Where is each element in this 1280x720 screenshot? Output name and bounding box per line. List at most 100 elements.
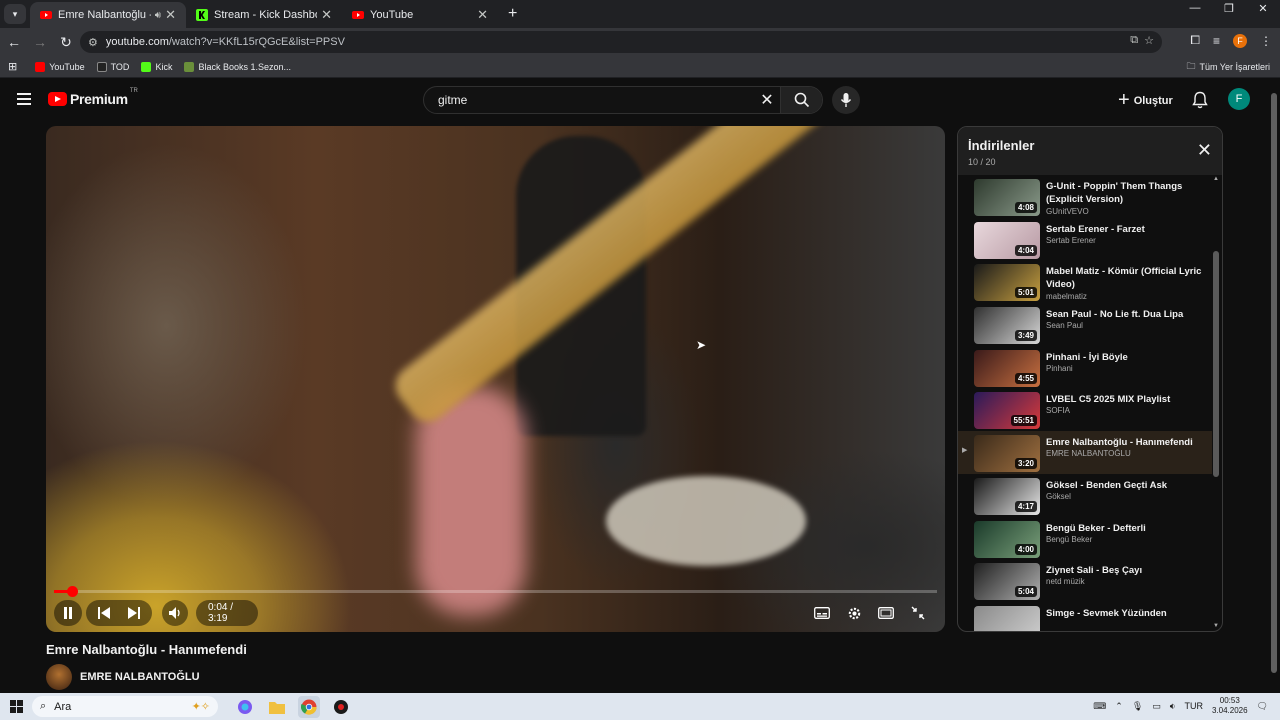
playlist-item[interactable]: 5:01 Mabel Matiz - Kömür (Official Lyric … <box>958 260 1212 303</box>
extensions-icon[interactable]: ⧠ <box>1190 33 1200 48</box>
playlist-item[interactable]: 3:49 Sean Paul - No Lie ft. Dua Lipa Sean … <box>958 303 1212 346</box>
close-playlist-icon[interactable]: ✕ <box>1197 140 1212 161</box>
copilot-app-icon[interactable] <box>234 696 256 718</box>
clear-search-icon[interactable]: ✕ <box>754 90 780 110</box>
apps-grid-icon[interactable]: ⊞ <box>8 60 17 73</box>
playlist-item-title[interactable]: Emre Nalbantoğlu - Hanımefendi <box>1046 436 1206 449</box>
channel-avatar[interactable] <box>46 664 72 690</box>
video-thumbnail[interactable]: 4:08 <box>974 179 1040 216</box>
hamburger-menu-icon[interactable] <box>17 93 31 108</box>
video-thumbnail[interactable] <box>974 605 1040 631</box>
scroll-up-icon[interactable]: ▲ <box>1213 176 1219 182</box>
progress-scrubber[interactable] <box>66 586 78 597</box>
taskbar-search[interactable]: ⌕ Ara ✦✧ <box>32 696 218 717</box>
streaming-app-icon[interactable] <box>330 696 352 718</box>
show-hidden-icon[interactable]: ⌃ <box>1115 701 1123 712</box>
playlist-item-title[interactable]: G-Unit - Poppin' Them Thangs (Explicit V… <box>1046 180 1206 206</box>
search-input[interactable] <box>424 93 754 107</box>
channel-name[interactable]: EMRE NALBANTOĞLU <box>80 671 200 683</box>
playlist-item[interactable]: 5:04 Ziynet Sali - Beş Çayı netd müzik <box>958 559 1212 602</box>
browser-tab-active[interactable]: Emre Nalbantoğlu - Hanımefendi 🔊︎ ✕ <box>30 2 186 28</box>
restore-icon[interactable]: ❐ <box>1212 2 1246 15</box>
playlist-item-title[interactable]: Sertab Erener - Farzet <box>1046 223 1206 236</box>
next-button[interactable] <box>119 607 149 619</box>
video-thumbnail[interactable]: 5:04 <box>974 563 1040 601</box>
pause-button[interactable] <box>54 600 82 626</box>
playlist-item-title[interactable]: Bengü Beker - Defterli <box>1046 522 1206 535</box>
video-thumbnail[interactable]: 3:20 <box>974 435 1040 473</box>
profile-avatar[interactable]: F <box>1233 33 1247 48</box>
address-bar[interactable]: ⚙︎ youtube.com/watch?v=KKfL15rQGcE&list=… <box>80 31 1162 53</box>
playlist-item[interactable]: ▶ 3:20 Emre Nalbantoğlu - Hanımefendi EMRE … <box>958 431 1212 474</box>
windows-start-icon[interactable] <box>10 700 23 718</box>
new-tab-icon[interactable]: + <box>508 5 517 23</box>
tab-close-icon[interactable]: ✕ <box>477 7 488 23</box>
page-scrollbar[interactable] <box>1268 79 1280 693</box>
video-thumbnail[interactable]: 4:04 <box>974 221 1040 259</box>
video-thumbnail[interactable]: 5:01 <box>974 264 1040 302</box>
forward-icon[interactable]: → <box>28 34 52 50</box>
playlist-title[interactable]: İndirilenler <box>968 138 1034 153</box>
video-thumbnail[interactable]: 4:55 <box>974 349 1040 387</box>
speaker-tray-icon[interactable]: 🔉︎ <box>1170 701 1176 712</box>
voice-search-button[interactable] <box>832 86 860 114</box>
scroll-down-icon[interactable]: ▼ <box>1213 623 1219 629</box>
site-info-icon[interactable]: ⚙︎ <box>88 36 98 49</box>
theater-mode-button[interactable] <box>876 604 896 622</box>
clock[interactable]: 00:53 3.04.2026 <box>1212 696 1248 716</box>
bookmark-star-icon[interactable]: ☆ <box>1144 34 1154 47</box>
playlist-item-title[interactable]: Mabel Matiz - Kömür (Official Lyric Vide… <box>1046 265 1206 291</box>
keyboard-icon[interactable]: ⌨︎ <box>1093 701 1106 712</box>
notifications-button[interactable] <box>1192 91 1208 114</box>
bookmark-youtube[interactable]: YouTube <box>35 61 85 72</box>
youtube-premium-logo[interactable]: Premium TR <box>48 88 138 107</box>
video-thumbnail[interactable]: 4:17 <box>974 477 1040 515</box>
tab-search-button[interactable]: ▾ <box>4 4 26 24</box>
all-bookmarks-button[interactable]: 🗀︎ Tüm Yer İşaretleri <box>1186 59 1270 75</box>
playlist-scrollbar[interactable] <box>1213 251 1219 477</box>
mic-tray-icon[interactable]: 🎙︎ <box>1132 701 1143 712</box>
playlist-item[interactable]: 4:08 G-Unit - Poppin' Them Thangs (Explic… <box>958 175 1212 218</box>
subtitles-button[interactable] <box>812 604 832 622</box>
settings-button[interactable] <box>844 604 864 622</box>
playlist-item-title[interactable]: Sean Paul - No Lie ft. Dua Lipa <box>1046 308 1206 321</box>
previous-button[interactable] <box>89 607 119 619</box>
browser-tab[interactable]: YouTube ✕ <box>342 2 498 28</box>
video-thumbnail[interactable]: 55:51 <box>974 392 1040 430</box>
network-icon[interactable]: ▭ <box>1152 701 1161 712</box>
playlist-item-title[interactable]: Simge - Sevmek Yüzünden <box>1046 607 1206 620</box>
playlist-item[interactable]: 4:55 Pinhani - İyi Böyle Pinhani <box>958 346 1212 389</box>
tab-audio-icon[interactable]: 🔊︎ <box>155 10 161 21</box>
bookmark-tod[interactable]: TOD <box>96 61 129 72</box>
bookmark-black-books[interactable]: Black Books 1.Sezon... <box>184 61 291 72</box>
close-window-icon[interactable]: ✕ <box>1246 2 1280 15</box>
browser-tab[interactable]: Stream - Kick Dashboard ✕ <box>186 2 342 28</box>
browser-menu-icon[interactable]: ⋮ <box>1260 34 1272 48</box>
chrome-app-icon[interactable] <box>298 696 320 718</box>
tab-close-icon[interactable]: ✕ <box>321 7 332 23</box>
account-avatar[interactable]: F <box>1228 88 1250 110</box>
playlist-item[interactable]: Simge - Sevmek Yüzünden <box>958 602 1212 631</box>
install-app-icon[interactable]: ⧉ <box>1130 34 1138 47</box>
video-progress-bar[interactable] <box>54 586 937 597</box>
playlist-item[interactable]: 4:00 Bengü Beker - Defterli Bengü Beker <box>958 517 1212 560</box>
notification-center-icon[interactable]: 🗨︎ <box>1257 701 1268 712</box>
bookmark-kick[interactable]: Kick <box>141 61 172 72</box>
playlist-item[interactable]: 4:04 Sertab Erener - Farzet Sertab Erener <box>958 218 1212 261</box>
mute-button[interactable] <box>162 600 188 626</box>
media-control-icon[interactable]: ≡ <box>1213 34 1220 48</box>
playlist-item-title[interactable]: LVBEL C5 2025 MIX Playlist <box>1046 393 1206 406</box>
video-thumbnail[interactable]: 4:00 <box>974 520 1040 558</box>
playlist-item[interactable]: 4:17 Göksel - Benden Geçti Ask Göksel <box>958 474 1212 517</box>
playlist-item[interactable]: 55:51 LVBEL C5 2025 MIX Playlist SOFIA <box>958 388 1212 431</box>
create-button[interactable]: + Oluştur <box>1118 89 1173 112</box>
search-button[interactable] <box>780 87 822 113</box>
video-player[interactable]: ➤ 0:04 / 3:19 <box>46 126 945 632</box>
video-thumbnail[interactable]: 3:49 <box>974 307 1040 345</box>
playlist-item-title[interactable]: Göksel - Benden Geçti Ask <box>1046 479 1206 492</box>
minimize-icon[interactable]: — <box>1178 2 1212 15</box>
fullscreen-button[interactable] <box>908 604 928 622</box>
playlist-item-title[interactable]: Ziynet Sali - Beş Çayı <box>1046 564 1206 577</box>
back-icon[interactable]: ← <box>2 34 26 50</box>
language-indicator[interactable]: TUR <box>1184 701 1203 711</box>
